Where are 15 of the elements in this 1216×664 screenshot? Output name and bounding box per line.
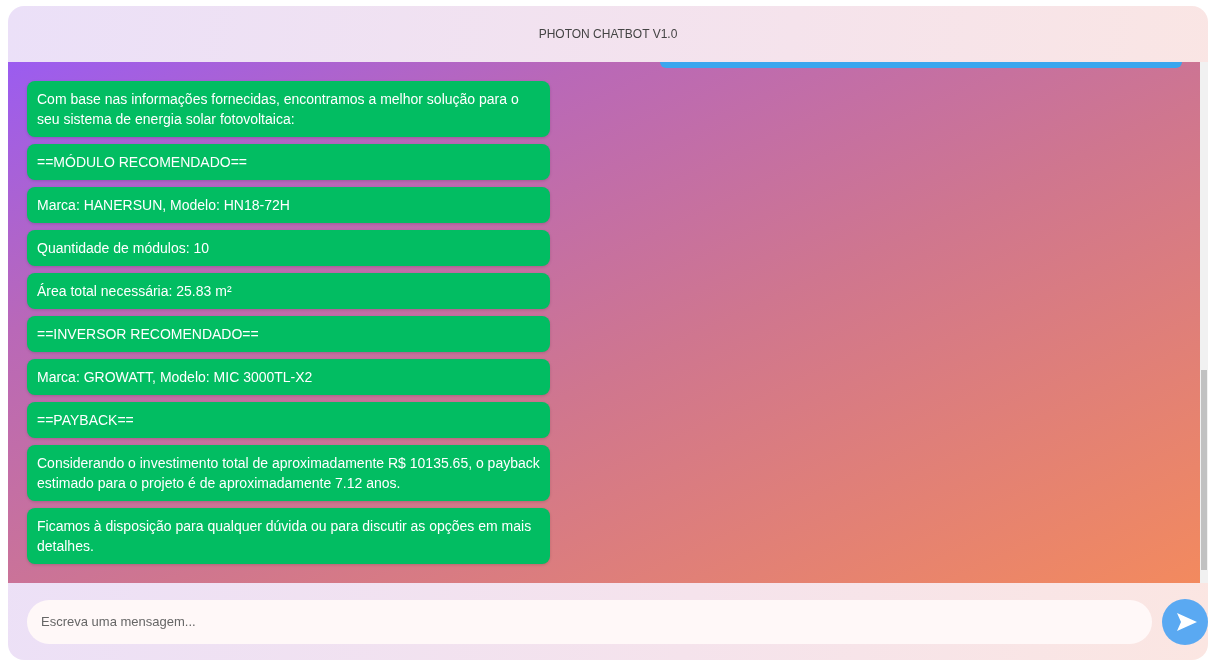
bot-message: ==MÓDULO RECOMENDADO== [27, 144, 550, 180]
send-icon [1175, 611, 1198, 632]
bot-message: ==INVERSOR RECOMENDADO== [27, 316, 550, 352]
bot-message: Quantidade de módulos: 10 [27, 230, 550, 266]
bot-message: Área total necessária: 25.83 m² [27, 273, 550, 309]
bot-message: Marca: HANERSUN, Modelo: HN18-72H [27, 187, 550, 223]
bot-message: Ficamos à disposição para qualquer dúvida ou para discutir as opções em mais detalhes. [27, 508, 550, 564]
bot-message: Considerando o investimento total de aproximadamente R$ 10135.65, o payback estimado para o projeto é de aproximadamente 7.12 anos. [27, 445, 550, 501]
bot-message: ==PAYBACK== [27, 402, 550, 438]
chat-title: PHOTON CHATBOT V1.0 [538, 27, 678, 41]
bot-message: Marca: GROWATT, Modelo: MIC 3000TL-X2 [27, 359, 550, 395]
bot-message: Com base nas informações fornecidas, encontramos a melhor solução para o seu sistema de energia solar fotovoltaica: [27, 81, 550, 137]
message-input[interactable]: Escreva uma mensagem... [27, 599, 1152, 644]
scrollbar[interactable] [1200, 62, 1208, 583]
send-button[interactable] [1162, 598, 1208, 645]
